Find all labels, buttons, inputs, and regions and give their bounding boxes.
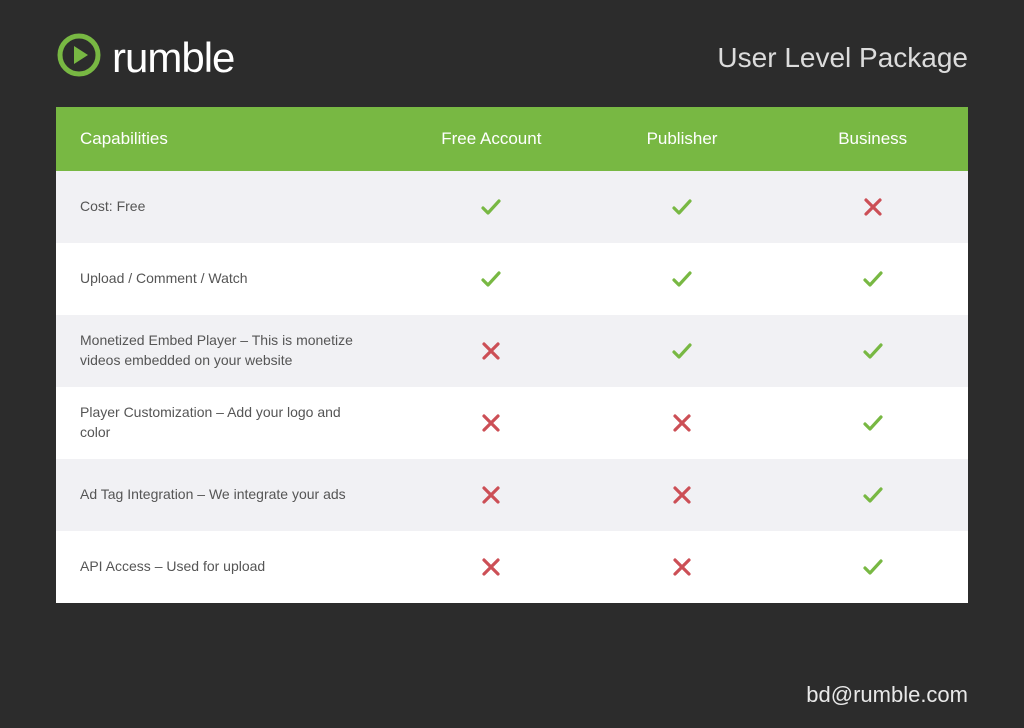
check-icon: [861, 339, 885, 363]
tier-cell: [587, 555, 778, 579]
table-row: Cost: Free: [56, 171, 968, 243]
header-tier-business: Business: [777, 129, 968, 149]
cross-icon: [670, 483, 694, 507]
table-row: Ad Tag Integration – We integrate your a…: [56, 459, 968, 531]
cross-icon: [861, 195, 885, 219]
check-icon: [670, 195, 694, 219]
check-icon: [861, 483, 885, 507]
cross-icon: [479, 339, 503, 363]
table-row: Player Customization – Add your logo and…: [56, 387, 968, 459]
page-header: rumble User Level Package: [0, 0, 1024, 107]
tier-cell: [396, 555, 587, 579]
contact-email: bd@rumble.com: [806, 682, 968, 708]
capability-label: Upload / Comment / Watch: [56, 253, 396, 305]
tier-cell: [777, 195, 968, 219]
play-icon: [56, 32, 102, 83]
header-tier-free: Free Account: [396, 129, 587, 149]
table-row: Upload / Comment / Watch: [56, 243, 968, 315]
cross-icon: [670, 555, 694, 579]
header-capabilities: Capabilities: [56, 111, 396, 167]
table-header-row: Capabilities Free Account Publisher Busi…: [56, 107, 968, 171]
tier-cell: [777, 555, 968, 579]
brand-logo: rumble: [56, 32, 234, 83]
check-icon: [861, 411, 885, 435]
table-row: Monetized Embed Player – This is monetiz…: [56, 315, 968, 387]
tier-cell: [587, 339, 778, 363]
tier-cell: [777, 483, 968, 507]
cross-icon: [479, 411, 503, 435]
cross-icon: [670, 411, 694, 435]
capability-label: Player Customization – Add your logo and…: [56, 387, 396, 458]
tier-cell: [587, 483, 778, 507]
cross-icon: [479, 483, 503, 507]
cross-icon: [479, 555, 503, 579]
check-icon: [479, 267, 503, 291]
tier-cell: [777, 411, 968, 435]
capability-label: Ad Tag Integration – We integrate your a…: [56, 469, 396, 521]
check-icon: [861, 267, 885, 291]
check-icon: [479, 195, 503, 219]
header-tier-publisher: Publisher: [587, 129, 778, 149]
tier-cell: [396, 483, 587, 507]
brand-name: rumble: [112, 34, 234, 82]
check-icon: [670, 339, 694, 363]
tier-cell: [587, 267, 778, 291]
tier-cell: [587, 195, 778, 219]
check-icon: [670, 267, 694, 291]
capability-label: Monetized Embed Player – This is monetiz…: [56, 315, 396, 386]
tier-cell: [587, 411, 778, 435]
tier-cell: [777, 267, 968, 291]
check-icon: [861, 555, 885, 579]
tier-cell: [396, 339, 587, 363]
table-row: API Access – Used for upload: [56, 531, 968, 603]
page-title: User Level Package: [717, 42, 968, 74]
tier-cell: [396, 195, 587, 219]
tier-cell: [396, 267, 587, 291]
capability-label: Cost: Free: [56, 181, 396, 233]
comparison-table: Capabilities Free Account Publisher Busi…: [56, 107, 968, 603]
tier-cell: [396, 411, 587, 435]
tier-cell: [777, 339, 968, 363]
capability-label: API Access – Used for upload: [56, 541, 396, 593]
